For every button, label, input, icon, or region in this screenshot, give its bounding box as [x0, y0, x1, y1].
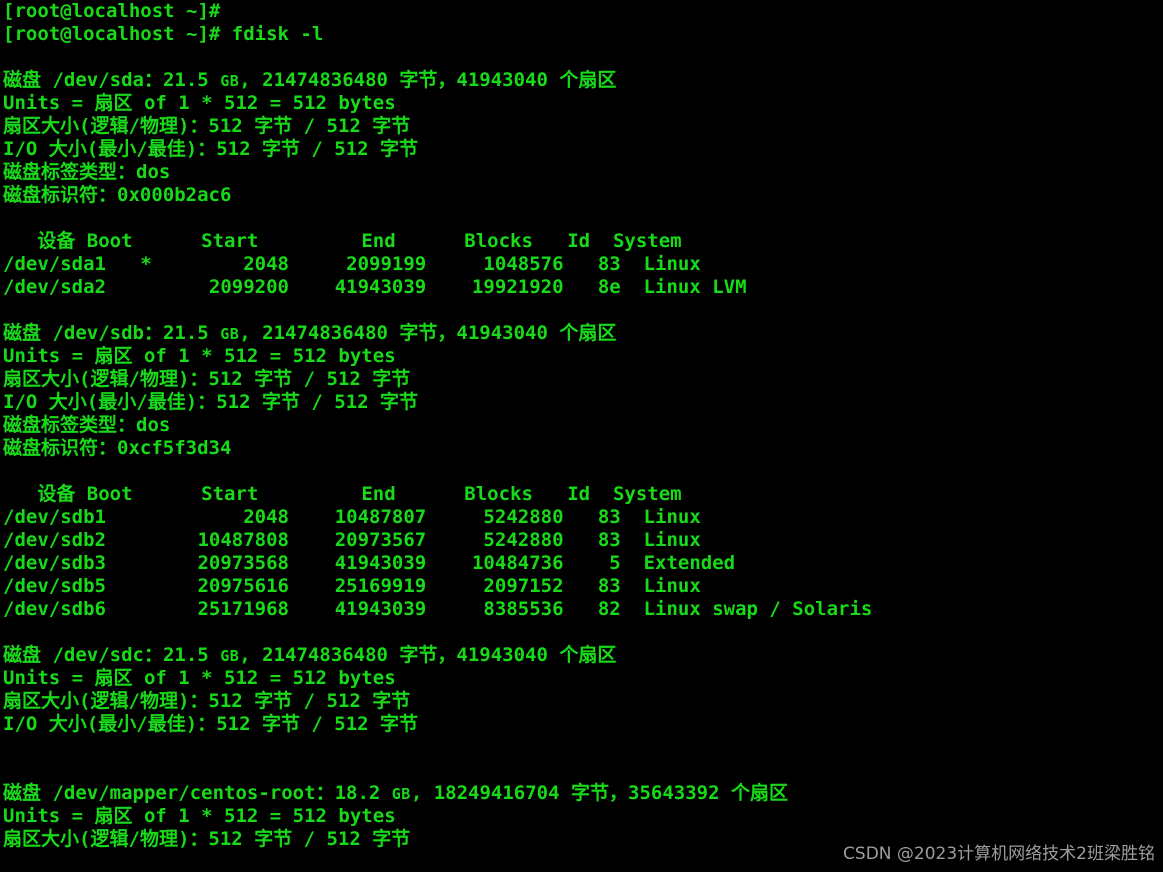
terminal-line: /dev/sdb2 10487808 20973567 5242880 83 L…: [3, 529, 701, 551]
terminal-line: Units = 扇区 of 1 * 512 = 512 bytes: [3, 805, 396, 827]
terminal-line: /dev/sdb3 20973568 41943039 10484736 5 E…: [3, 552, 736, 574]
terminal-line: 磁盘 /dev/sdb：21.5 GB, 21474836480 字节，4194…: [3, 322, 617, 344]
terminal-line: 磁盘 /dev/sda：21.5 GB, 21474836480 字节，4194…: [3, 69, 617, 91]
terminal-line: 设备 Boot Start End Blocks Id System: [37, 483, 682, 505]
terminal-line: Units = 扇区 of 1 * 512 = 512 bytes: [3, 345, 396, 367]
terminal-line: Units = 扇区 of 1 * 512 = 512 bytes: [3, 92, 396, 114]
terminal-line: Units = 扇区 of 1 * 512 = 512 bytes: [3, 667, 396, 689]
terminal-line: /dev/sda1 * 2048 2099199 1048576 83 Linu…: [3, 253, 701, 275]
terminal-line: [root@localhost ~]# fdisk -l: [3, 23, 324, 45]
terminal-line: 磁盘标签类型：dos: [3, 161, 171, 183]
terminal-line: I/O 大小(最小/最佳)：512 字节 / 512 字节: [3, 138, 419, 160]
terminal-line: 设备 Boot Start End Blocks Id System: [37, 230, 682, 252]
terminal-line: /dev/sdb6 25171968 41943039 8385536 82 L…: [3, 598, 873, 620]
terminal-line: 磁盘 /dev/mapper/centos-root：18.2 GB, 1824…: [3, 782, 788, 804]
terminal-line: 扇区大小(逻辑/物理)：512 字节 / 512 字节: [3, 368, 411, 390]
terminal-line: /dev/sdb1 2048 10487807 5242880 83 Linux: [3, 506, 701, 528]
csdn-watermark: CSDN @2023计算机网络技术2班梁胜铭: [843, 844, 1155, 864]
terminal-line: 磁盘 /dev/sdc：21.5 GB, 21474836480 字节，4194…: [3, 644, 617, 666]
terminal-line: I/O 大小(最小/最佳)：512 字节 / 512 字节: [3, 391, 419, 413]
terminal-line: 磁盘标识符：0x000b2ac6: [3, 184, 232, 206]
terminal-line: /dev/sda2 2099200 41943039 19921920 8e L…: [3, 276, 747, 298]
terminal-output: [root@localhost ~]# [root@localhost ~]# f…: [3, 0, 1163, 851]
terminal-line: [root@localhost ~]#: [3, 0, 221, 22]
terminal-window[interactable]: [root@localhost ~]# [root@localhost ~]# f…: [0, 0, 1163, 872]
terminal-line: I/O 大小(最小/最佳)：512 字节 / 512 字节: [3, 713, 419, 735]
terminal-line: /dev/sdb5 20975616 25169919 2097152 83 L…: [3, 575, 701, 597]
terminal-line: 扇区大小(逻辑/物理)：512 字节 / 512 字节: [3, 690, 411, 712]
terminal-line: 扇区大小(逻辑/物理)：512 字节 / 512 字节: [3, 115, 411, 137]
terminal-line: 磁盘标签类型：dos: [3, 414, 171, 436]
terminal-line: 磁盘标识符：0xcf5f3d34: [3, 437, 232, 459]
